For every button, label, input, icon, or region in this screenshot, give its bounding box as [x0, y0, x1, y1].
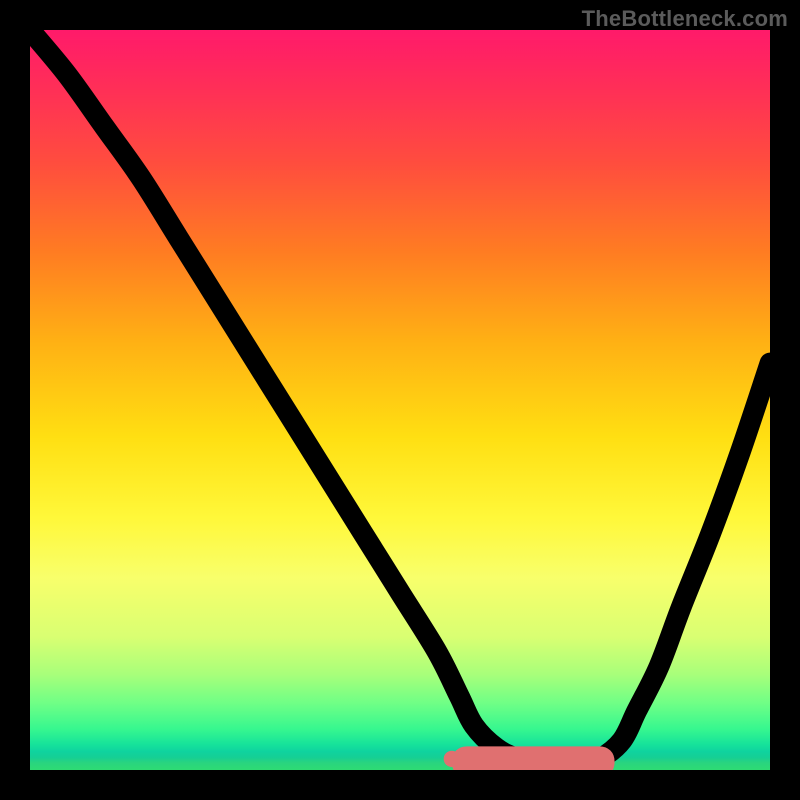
- bottleneck-curve: [30, 30, 770, 767]
- flat-bottom-overlap: [459, 754, 607, 770]
- plot-area: [30, 30, 770, 770]
- curve-layer: [30, 30, 770, 770]
- chart-stage: TheBottleneck.com: [0, 0, 800, 800]
- watermark-text: TheBottleneck.com: [582, 6, 788, 32]
- marker-dot: [444, 751, 460, 767]
